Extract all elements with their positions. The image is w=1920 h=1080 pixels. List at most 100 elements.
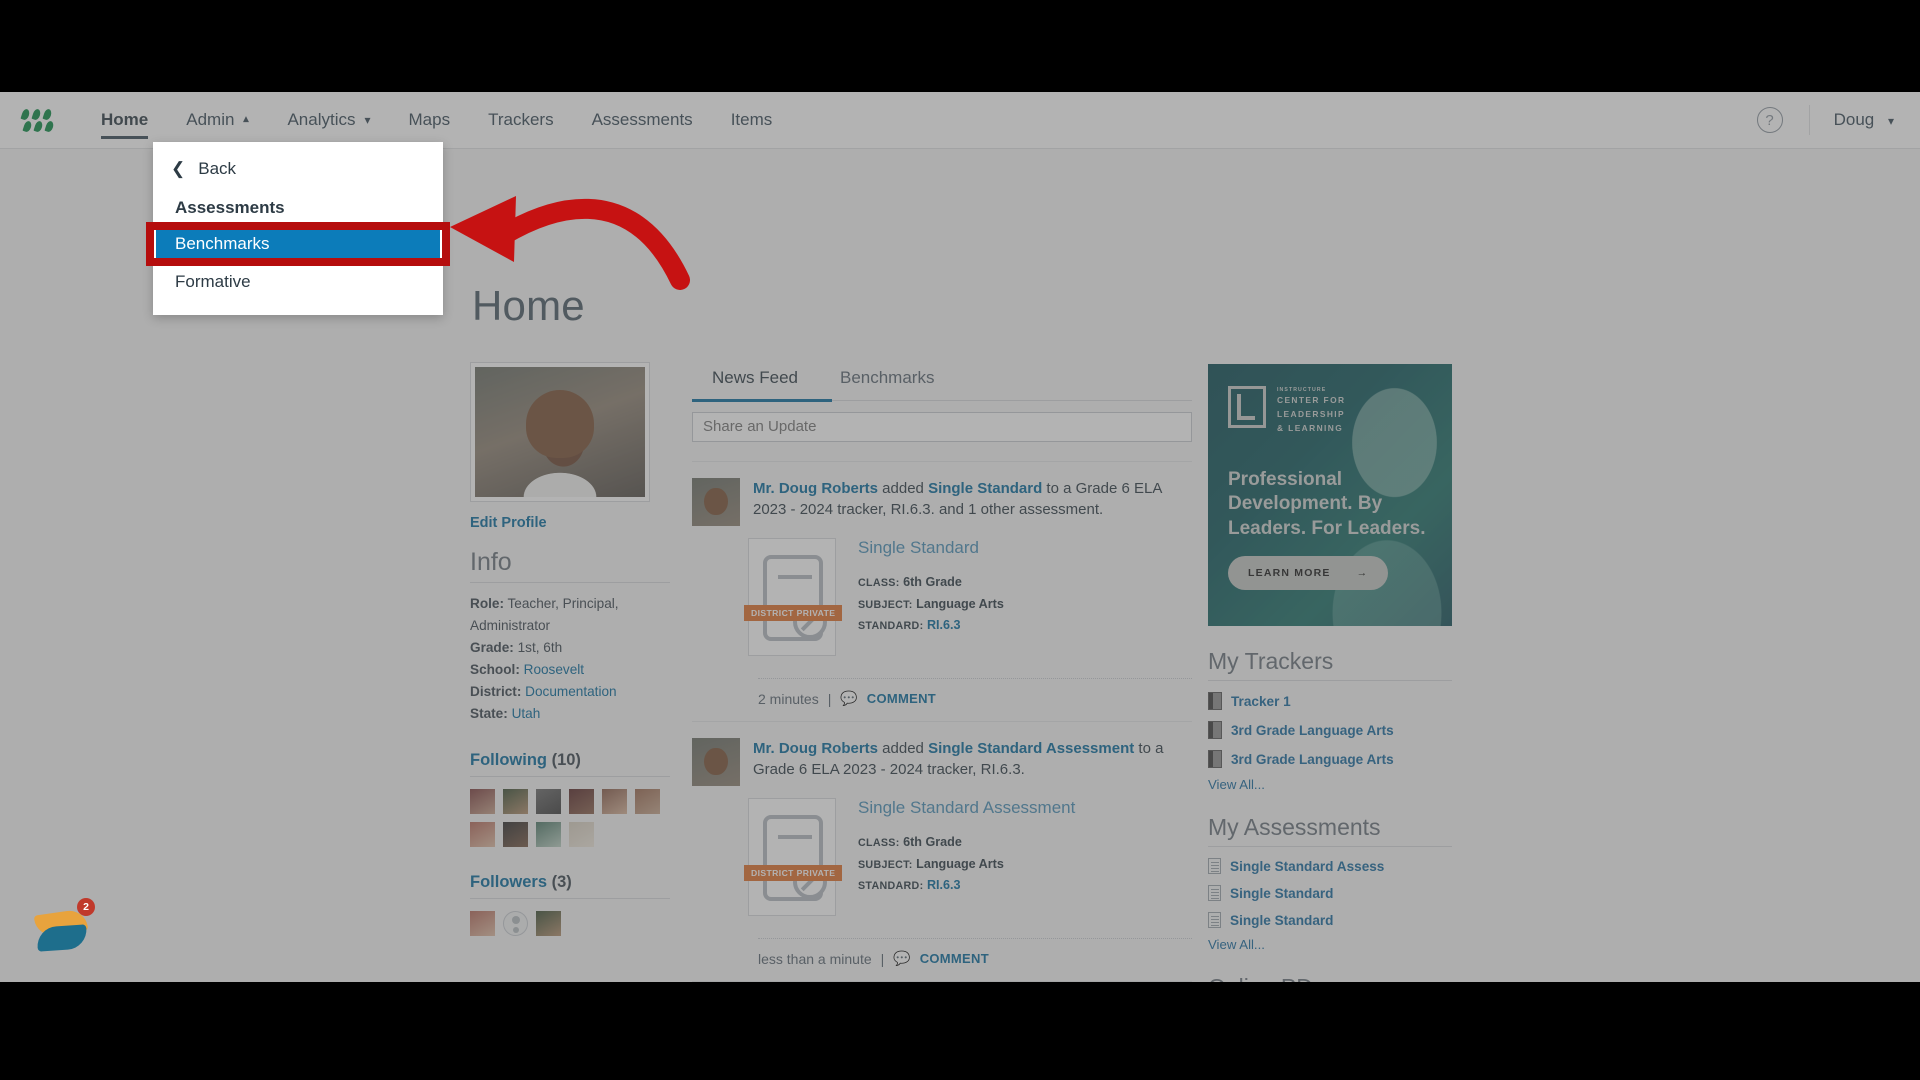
brand-line-3: & LEARNING [1277, 422, 1344, 433]
user-menu[interactable]: Doug ▾ [1834, 110, 1894, 130]
meta-value: 6th Grade [903, 835, 962, 849]
online-pd-heading: Online PD [1208, 974, 1452, 982]
meta-row-subject: SUBJECT: Language Arts [858, 594, 1004, 616]
following-heading[interactable]: Following (10) [470, 751, 670, 778]
help-label: ? [1765, 111, 1774, 129]
tracker-item[interactable]: 3rd Grade Language Arts [1208, 750, 1452, 768]
standard-link[interactable]: RI.6.3 [927, 618, 961, 632]
tracker-link[interactable]: 3rd Grade Language Arts [1231, 752, 1394, 767]
assessments-view-all-link[interactable]: View All... [1208, 937, 1452, 952]
avatar[interactable] [569, 822, 594, 848]
nav-item-items[interactable]: Items [712, 92, 792, 149]
assessment-link[interactable]: Single Standard Assess [1230, 859, 1384, 874]
comment-button[interactable]: COMMENT [867, 691, 936, 706]
notebook-icon [1208, 721, 1222, 739]
standard-link[interactable]: RI.6.3 [927, 878, 961, 892]
meta-row-standard: STANDARD: RI.6.3 [858, 615, 1004, 637]
followers-label: Followers [470, 873, 548, 892]
arrow-right-icon: → [1356, 567, 1369, 579]
avatar[interactable] [536, 789, 561, 815]
avatar[interactable] [536, 911, 561, 937]
assessment-thumbnail[interactable]: DISTRICT PRIVATE [744, 538, 843, 656]
post-action: added [878, 480, 929, 497]
meta-row-class: CLASS: 6th Grade [858, 832, 1075, 854]
dropdown-back-button[interactable]: ❮ Back [153, 150, 443, 188]
post-header: Mr. Doug Roberts added Single Standard A… [692, 738, 1192, 786]
followers-heading[interactable]: Followers (3) [470, 873, 670, 900]
tracker-link[interactable]: 3rd Grade Language Arts [1231, 723, 1394, 738]
state-link[interactable]: Utah [512, 706, 541, 721]
notebook-icon [1208, 750, 1222, 768]
meta-label: SUBJECT: [858, 598, 913, 611]
nav-label: Analytics [287, 110, 356, 129]
comment-button[interactable]: COMMENT [920, 951, 989, 966]
avatar-placeholder-icon[interactable] [503, 911, 528, 937]
tab-underline [692, 398, 1192, 402]
learn-more-button[interactable]: LEARN MORE → [1228, 556, 1389, 590]
brand-line-1: CENTER FOR [1277, 395, 1346, 406]
avatar[interactable] [569, 789, 594, 815]
assessment-thumbnail[interactable]: DISTRICT PRIVATE [744, 798, 843, 916]
assessment-link[interactable]: Single Standard [1230, 886, 1333, 901]
tab-news-feed[interactable]: News Feed [702, 364, 808, 400]
avatar[interactable] [536, 822, 561, 848]
brand-line-2: LEADERSHIP [1277, 409, 1345, 420]
nav-item-trackers[interactable]: Trackers [469, 92, 573, 149]
mastery-connect-logo-icon[interactable] [20, 108, 56, 133]
avatar[interactable] [470, 822, 495, 848]
nav-item-maps[interactable]: Maps [390, 92, 470, 149]
followers-thumbnails [470, 911, 670, 937]
avatar[interactable] [503, 822, 528, 848]
edit-profile-link[interactable]: Edit Profile [470, 515, 547, 531]
tab-benchmarks[interactable]: Benchmarks [830, 364, 944, 400]
nav-item-analytics[interactable]: Analytics ▾ [268, 92, 389, 149]
feed-post: Mr. Doug Roberts created a curriculum ma… [692, 981, 1192, 982]
avatar[interactable] [692, 738, 740, 786]
info-row-district: District: Documentation [470, 681, 670, 703]
promo-headline: Professional Development. By Leaders. Fo… [1228, 469, 1426, 539]
assessment-item[interactable]: Single Standard [1208, 912, 1452, 928]
privacy-badge: DISTRICT PRIVATE [744, 605, 843, 621]
meta-row-subject: SUBJECT: Language Arts [858, 854, 1075, 876]
dropdown-item-benchmarks[interactable]: Benchmarks [153, 225, 443, 263]
assessment-title-link[interactable]: Single Standard Assessment [858, 798, 1075, 818]
help-widget-icon[interactable]: 2 [33, 898, 95, 958]
promo-banner[interactable]: INSTRUCTURE CENTER FOR LEADERSHIP & LEAR… [1208, 364, 1452, 626]
district-link[interactable]: Documentation [525, 684, 616, 699]
info-label: Grade: [470, 640, 514, 656]
post-text: Mr. Doug Roberts added Single Standard A… [753, 738, 1192, 786]
tracker-item[interactable]: Tracker 1 [1208, 692, 1452, 710]
tracker-item[interactable]: 3rd Grade Language Arts [1208, 721, 1452, 739]
post-details: Single Standard Assessment CLASS: 6th Gr… [858, 798, 1075, 916]
nav-item-assessments[interactable]: Assessments [573, 92, 712, 149]
user-name-label: Doug [1833, 110, 1875, 129]
post-timestamp: less than a minute [758, 950, 872, 967]
share-update-input[interactable] [692, 412, 1192, 442]
avatar[interactable] [635, 789, 660, 815]
assessment-item[interactable]: Single Standard Assess [1208, 858, 1452, 874]
tracker-link[interactable]: Tracker 1 [1231, 694, 1291, 709]
feed-post: Mr. Doug Roberts added Single Standard A… [692, 721, 1192, 967]
meta-label: STANDARD: [858, 880, 924, 893]
post-object-link[interactable]: Single Standard Assessment [928, 740, 1134, 757]
post-author-link[interactable]: Mr. Doug Roberts [753, 740, 878, 757]
school-link[interactable]: Roosevelt [524, 662, 584, 677]
post-author-link[interactable]: Mr. Doug Roberts [753, 480, 878, 497]
avatar[interactable] [470, 911, 495, 937]
notebook-icon [1208, 692, 1222, 710]
assessment-item[interactable]: Single Standard [1208, 885, 1452, 901]
assessment-link[interactable]: Single Standard [1230, 913, 1333, 928]
assessment-title-link[interactable]: Single Standard [858, 538, 1004, 558]
help-icon[interactable]: ? [1756, 107, 1783, 133]
avatar[interactable] [470, 789, 495, 815]
avatar[interactable] [503, 789, 528, 815]
avatar[interactable] [692, 478, 740, 526]
avatar[interactable] [602, 789, 627, 815]
dropdown-item-formative[interactable]: Formative [153, 263, 443, 301]
trackers-view-all-link[interactable]: View All... [1208, 777, 1452, 792]
post-object-link[interactable]: Single Standard [928, 480, 1042, 497]
nav-item-admin[interactable]: Admin ▾ [167, 92, 268, 149]
back-label: Back [198, 159, 237, 178]
nav-divider [1808, 105, 1810, 135]
nav-item-home[interactable]: Home [82, 92, 167, 149]
